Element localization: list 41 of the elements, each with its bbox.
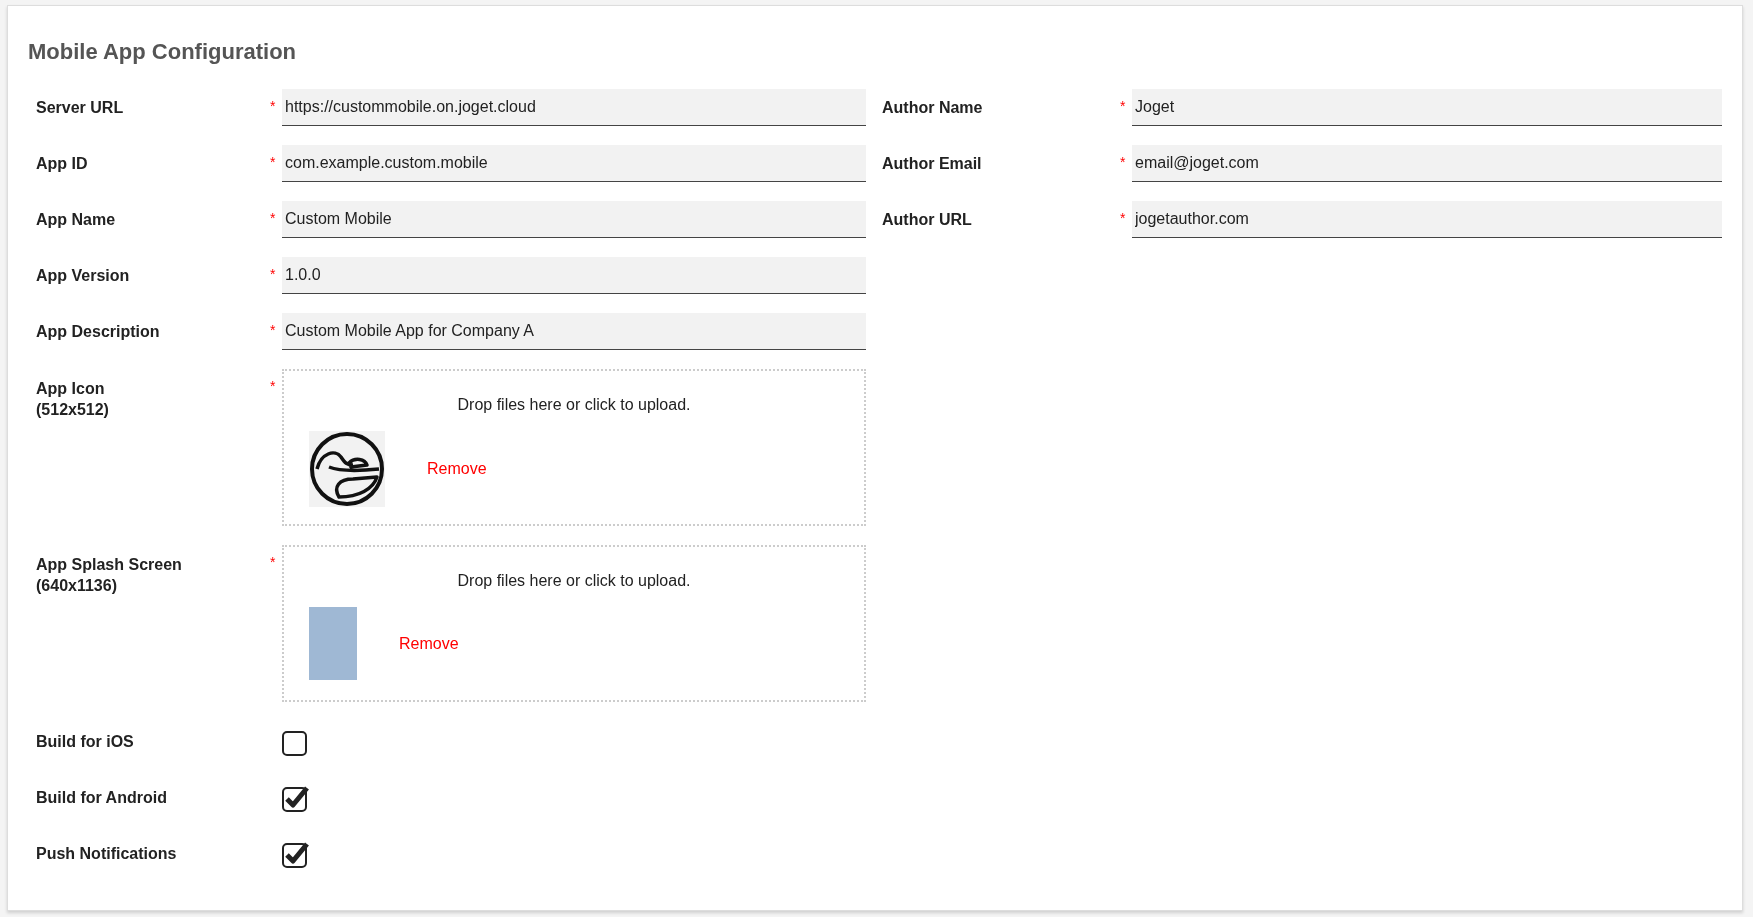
- remove-link[interactable]: Remove: [399, 631, 459, 656]
- text-field[interactable]: Custom Mobile: [282, 201, 866, 238]
- remove-link[interactable]: Remove: [427, 457, 487, 481]
- field-label: App Splash Screen: [36, 555, 183, 575]
- text-field[interactable]: 1.0.0: [282, 257, 866, 294]
- upload-prompt: Drop files here or click to upload.: [457, 395, 691, 415]
- text-field[interactable]: jogetauthor.com: [1132, 201, 1722, 238]
- field-label: App Icon: [36, 379, 106, 399]
- required-mark: *: [270, 378, 276, 394]
- text-field[interactable]: Joget: [1132, 89, 1722, 126]
- logo-icon: [309, 431, 385, 507]
- field-label: App ID: [36, 153, 89, 174]
- field-label: Push Notifications: [36, 843, 178, 864]
- field-label: App Name: [36, 209, 117, 230]
- required-mark: *: [270, 554, 276, 570]
- field-label: Author URL: [882, 209, 973, 230]
- field-label: Build for Android: [36, 787, 168, 808]
- field-label: Build for iOS: [36, 731, 135, 752]
- size-hint: (512x512): [36, 401, 110, 419]
- text-field[interactable]: Custom Mobile App for Company A: [282, 313, 866, 350]
- text-field[interactable]: email@joget.com: [1132, 145, 1722, 182]
- size-hint: (640x1136): [36, 577, 118, 595]
- upload-dropzone[interactable]: Drop files here or click to upload. Remove: [282, 545, 866, 702]
- required-mark: *: [270, 98, 276, 114]
- required-mark: *: [270, 322, 276, 338]
- upload-dropzone[interactable]: Drop files here or click to upload. Remove: [282, 369, 866, 526]
- field-label: Author Name: [882, 97, 984, 118]
- field-label: App Description: [36, 321, 161, 342]
- field-label: Server URL: [36, 97, 125, 118]
- form-title: Mobile App Configuration: [28, 38, 297, 66]
- text-field[interactable]: com.example.custom.mobile: [282, 145, 866, 182]
- field-label: Author Email: [882, 153, 983, 174]
- field-label: App Version: [36, 265, 131, 286]
- required-mark: *: [1120, 98, 1126, 114]
- upload-prompt: Drop files here or click to upload.: [457, 571, 691, 591]
- required-mark: *: [1120, 154, 1126, 170]
- required-mark: *: [270, 154, 276, 170]
- text-field[interactable]: https://custommobile.on.joget.cloud: [282, 89, 866, 126]
- required-mark: *: [270, 210, 276, 226]
- required-mark: *: [1120, 210, 1126, 226]
- required-mark: *: [270, 266, 276, 282]
